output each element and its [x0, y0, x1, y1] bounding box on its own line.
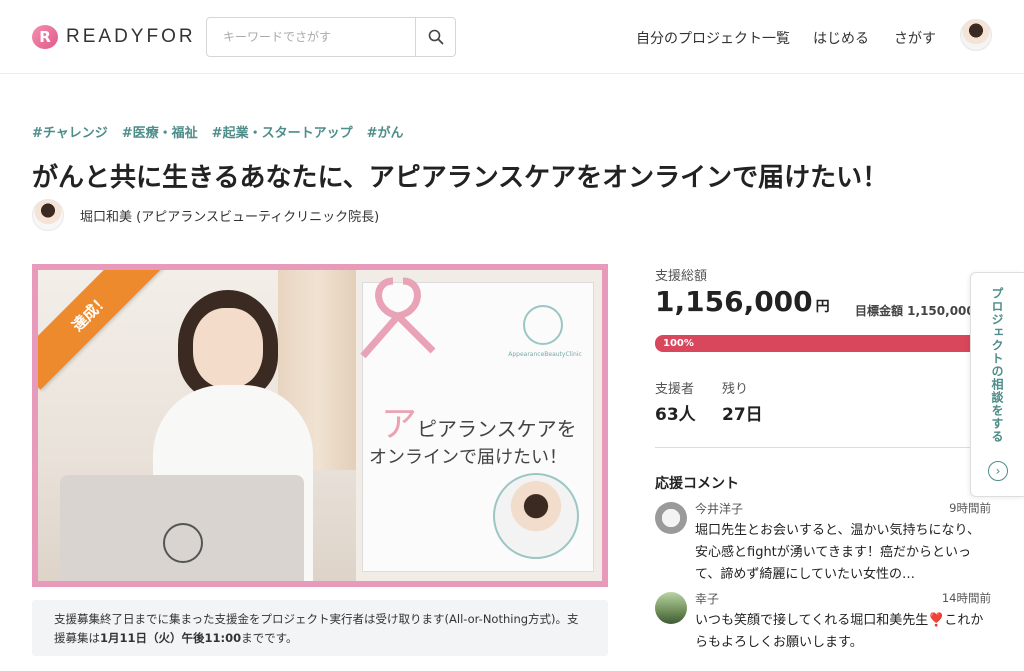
- comment-time: 9時間前: [949, 501, 991, 515]
- consult-label: プロジェクトの相談をする: [990, 287, 1004, 443]
- remaining-value: 27日: [722, 405, 763, 425]
- comment-author[interactable]: 今井洋子: [695, 500, 743, 517]
- card-headline-1-rest: ピアランスケアを: [417, 417, 577, 441]
- comment-author[interactable]: 幸子: [695, 590, 719, 607]
- owner-name[interactable]: 堀口和美 (アピアランスビューティクリニック院長): [80, 206, 379, 225]
- tag-medical[interactable]: #医療・福祉: [122, 122, 198, 141]
- site-header: R READYFOR 自分のプロジェクト一覧 はじめる さがす: [0, 0, 1024, 74]
- total-value: 1,156,000: [655, 285, 813, 318]
- supporters-label: 支援者: [655, 382, 695, 397]
- comment-avatar[interactable]: [655, 592, 687, 624]
- supporters-value: 63人: [655, 405, 696, 425]
- logo-mark-icon: R: [32, 25, 58, 49]
- project-owner[interactable]: 堀口和美 (アピアランスビューティクリニック院長): [32, 199, 379, 231]
- notice-tail: までです。: [241, 631, 298, 645]
- comments-heading: 応援コメント: [655, 476, 739, 492]
- project-main-image: AppearanceBeautyClinic アピアランスケアを オンラインで届…: [32, 264, 608, 587]
- tag-challenge[interactable]: #チャレンジ: [32, 122, 108, 141]
- remaining-label: 残り: [722, 382, 749, 397]
- laptop-logo-icon: [163, 523, 203, 563]
- consult-side-tab[interactable]: プロジェクトの相談をする ›: [970, 272, 1024, 497]
- nav-search[interactable]: さがす: [894, 28, 936, 48]
- search-box: [206, 17, 456, 57]
- search-button[interactable]: [415, 18, 455, 56]
- owner-avatar[interactable]: [32, 199, 64, 231]
- clinic-logo-icon: [523, 305, 563, 345]
- comment-text: いつも笑顔で接してくれる堀口和美先生❣️これからもよろしくお願いします。: [695, 613, 984, 650]
- card-big-letter: ア: [381, 404, 418, 445]
- comment-time: 14時間前: [941, 591, 991, 605]
- goal-amount: 目標金額 1,150,000: [855, 304, 975, 318]
- card-headline-2: オンラインで届けたい！: [369, 447, 567, 468]
- tag-list: #チャレンジ #医療・福祉 #起業・スタートアップ #がん: [32, 122, 403, 141]
- divider: [655, 447, 985, 448]
- tag-startup[interactable]: #起業・スタートアップ: [212, 122, 353, 141]
- readyfor-logo[interactable]: R READYFOR: [32, 25, 196, 49]
- project-title: がんと共に生きるあなたに、アピアランスケアをオンラインで届けたい！: [32, 163, 889, 193]
- comment-item[interactable]: 今井洋子 9時間前 堀口先生とお会いすると、温かい気持ちになり、安心感とfigh…: [655, 500, 995, 582]
- comment-avatar[interactable]: [655, 502, 687, 534]
- comment-text: 堀口先生とお会いすると、温かい気持ちになり、安心感とfightが湧いてきます！癌…: [695, 523, 980, 582]
- person-face: [193, 308, 263, 388]
- total-label: 支援総額: [655, 269, 708, 284]
- card-portrait: [493, 473, 579, 559]
- currency: 円: [815, 299, 830, 315]
- search-icon: [428, 29, 443, 45]
- chevron-right-icon: ›: [988, 461, 1008, 481]
- nav-start[interactable]: はじめる: [813, 28, 869, 48]
- clinic-name: AppearanceBeautyClinic: [508, 351, 582, 358]
- total-amount: 1,156,000 円: [655, 285, 830, 318]
- campaign-card: AppearanceBeautyClinic アピアランスケアを オンラインで届…: [360, 277, 594, 572]
- comment-item[interactable]: 幸子 14時間前 いつも笑顔で接してくれる堀口和美先生❣️これからもよろしくお願…: [655, 590, 995, 660]
- card-headline-1: アピアランスケアを: [381, 395, 577, 447]
- funding-notice: 支援募集終了日までに集まった支援金をプロジェクト実行者は受け取ります(All-o…: [32, 600, 608, 656]
- logo-text: READYFOR: [66, 26, 196, 47]
- search-input[interactable]: [207, 18, 415, 56]
- tag-cancer[interactable]: #がん: [367, 122, 404, 141]
- nav-my-projects[interactable]: 自分のプロジェクト一覧: [636, 28, 790, 48]
- pink-ribbon-icon: [360, 277, 436, 359]
- progress-bar: 100%: [655, 335, 985, 352]
- notice-deadline: 1月11日（火）午後11:00: [100, 631, 242, 645]
- user-avatar[interactable]: [960, 19, 992, 51]
